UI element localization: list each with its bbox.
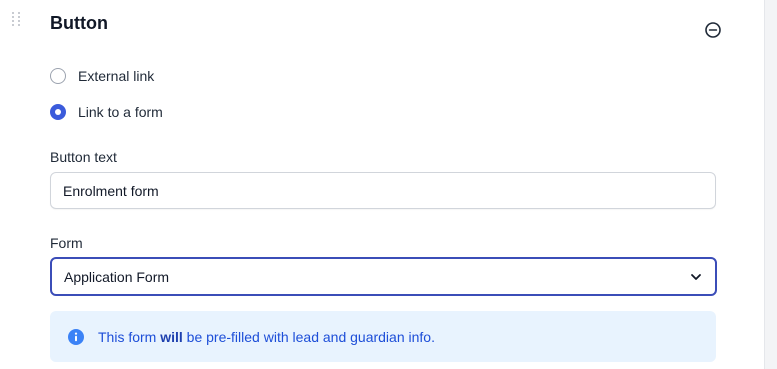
form-label: Form [50,235,83,251]
info-callout: This form will be pre-filled with lead a… [50,311,716,362]
collapse-button[interactable] [704,21,722,39]
section-title: Button [50,13,108,33]
form-select[interactable]: Application Form [50,257,717,296]
button-settings-panel: Button External link Link to a form Butt… [0,0,765,369]
chevron-down-icon [691,273,701,280]
radio-button[interactable] [50,68,66,84]
radio-option-link-to-form[interactable]: Link to a form [50,104,163,120]
button-text-label: Button text [50,149,117,165]
info-text-emphasis: will [160,328,183,345]
info-text-after: be pre-filled with lead and guardian inf… [182,328,435,345]
radio-label: Link to a form [78,104,163,120]
radio-label: External link [78,68,155,84]
button-text-input[interactable] [50,172,716,209]
info-text-before: This form [98,328,161,345]
radio-button-selected[interactable] [50,104,66,120]
info-text: This form will be pre-filled with lead a… [98,329,435,345]
form-select-value: Application Form [64,268,170,285]
info-circle-icon [68,328,84,345]
minus-circle-icon [705,22,721,38]
drag-handle-icon[interactable] [12,12,22,28]
radio-option-external-link[interactable]: External link [50,68,154,84]
